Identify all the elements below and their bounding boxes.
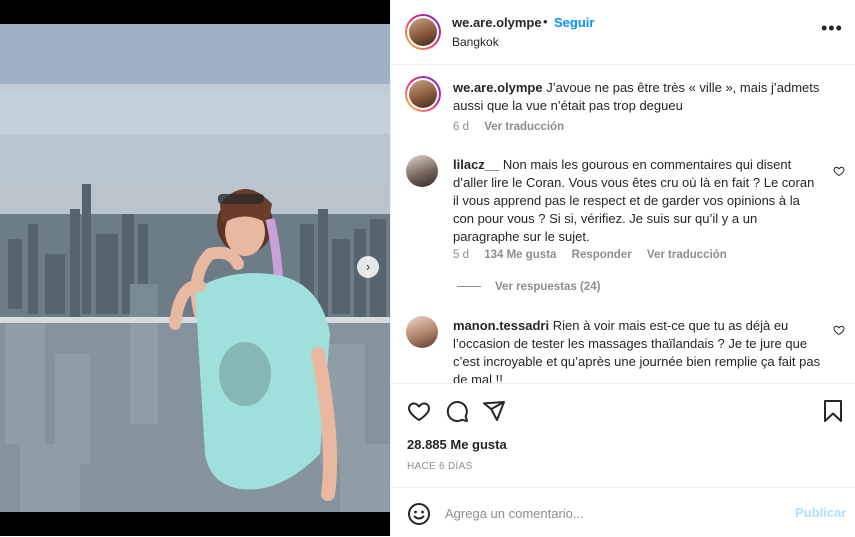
comment-input[interactable] <box>443 502 777 524</box>
comments-list[interactable]: we.are.olympe J’avoue ne pas être très «… <box>391 65 855 383</box>
likes-count[interactable]: 28.885 Me gusta <box>407 437 507 452</box>
add-comment-bar: Publicar <box>391 487 855 537</box>
comment-username[interactable]: lilacz__ <box>453 157 499 172</box>
comment-meta: 5 d 134 Me gusta Responder Ver traducció… <box>453 249 739 261</box>
commenter-avatar[interactable] <box>406 155 438 187</box>
more-horizontal-icon[interactable]: ••• <box>821 18 843 39</box>
comment-likes[interactable]: 134 Me gusta <box>484 249 556 261</box>
post-header: we.are.olympe • Seguir Bangkok ••• <box>391 0 855 65</box>
post-actions: 28.885 Me gusta HACE 6 DÍAS <box>391 383 855 494</box>
comment-text: Non mais les gourous en commentaires qui… <box>453 157 815 244</box>
comment-translate-link[interactable]: Ver traducción <box>647 249 727 261</box>
city-skyline-photo <box>0 24 390 512</box>
next-photo-button[interactable]: › <box>357 256 379 278</box>
comment-age[interactable]: 5 d <box>453 249 469 261</box>
caption-translate-link[interactable]: Ver traducción <box>484 121 564 133</box>
caption-age[interactable]: 6 d <box>453 121 469 133</box>
heart-icon[interactable] <box>407 399 431 423</box>
bookmark-icon[interactable] <box>823 399 843 423</box>
share-icon[interactable] <box>482 399 506 423</box>
caption-username[interactable]: we.are.olympe <box>453 80 543 95</box>
replies-divider <box>457 286 481 288</box>
view-replies-label: Ver respuestas (24) <box>495 281 601 293</box>
post-sidebar: we.are.olympe • Seguir Bangkok ••• we.ar… <box>390 0 855 536</box>
publish-button[interactable]: Publicar <box>795 505 846 520</box>
post-media: › <box>0 0 390 536</box>
author-username[interactable]: we.are.olympe <box>452 15 542 30</box>
comment-body: manon.tessadri Rien à voir mais est-ce q… <box>453 317 823 383</box>
follow-button[interactable]: Seguir <box>554 15 594 30</box>
post-dialog: › we.are.olympe • Seguir Bangkok ••• we.… <box>0 0 855 536</box>
comment-like-icon[interactable] <box>833 165 845 177</box>
commenter-avatar[interactable] <box>406 316 438 348</box>
caption-body: we.are.olympe J’avoue ne pas être très «… <box>453 79 823 115</box>
author-avatar[interactable] <box>405 14 441 50</box>
caption-avatar[interactable] <box>405 76 441 112</box>
reply-button[interactable]: Responder <box>572 249 632 261</box>
emoji-icon[interactable] <box>407 502 431 526</box>
comment-like-icon[interactable] <box>833 324 845 336</box>
caption-meta: 6 d Ver traducción <box>453 121 576 133</box>
post-time[interactable]: HACE 6 DÍAS <box>407 461 473 472</box>
post-photo[interactable] <box>0 24 390 512</box>
view-replies-button[interactable]: Ver respuestas (24) <box>457 281 600 293</box>
location-link[interactable]: Bangkok <box>452 35 499 49</box>
comment-icon[interactable] <box>445 399 469 423</box>
comment-username[interactable]: manon.tessadri <box>453 318 549 333</box>
comment-body: lilacz__ Non mais les gourous en comment… <box>453 156 823 246</box>
separator-dot: • <box>543 14 548 29</box>
